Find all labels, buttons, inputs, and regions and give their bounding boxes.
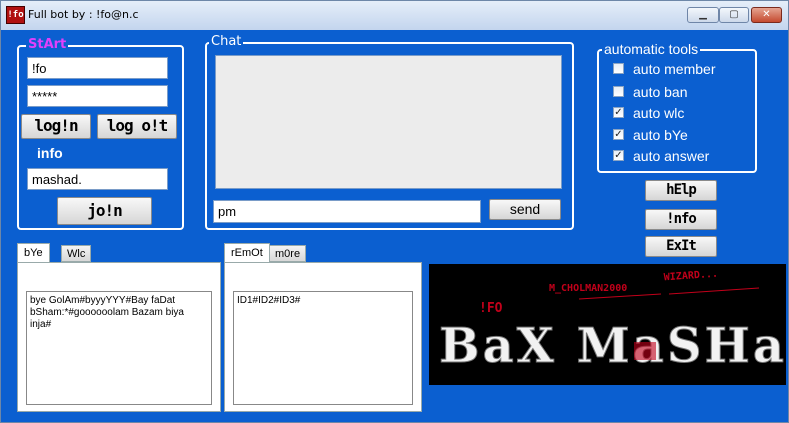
chat-legend: Chat xyxy=(209,34,244,49)
chat-log[interactable] xyxy=(215,55,562,189)
bye-messages-textarea[interactable]: bye GolAm#byyyYYY#Bay faDat bSham:*#gooo… xyxy=(26,291,212,405)
tab-bye[interactable]: bYe xyxy=(17,243,50,262)
close-button[interactable]: ✕ xyxy=(751,7,782,23)
room-input[interactable] xyxy=(27,168,168,190)
tab-wlc[interactable]: Wlc xyxy=(61,245,92,262)
send-button[interactable]: send xyxy=(489,199,561,220)
banner-graphic: M_CHOLMAN2000 WIZARD... !FO BaX MaSHaD xyxy=(429,264,786,385)
remote-ids-textarea[interactable]: ID1#ID2#ID3# xyxy=(233,291,413,405)
pm-input[interactable] xyxy=(213,200,481,223)
checkbox-label: auto answer xyxy=(633,148,710,164)
checkbox-label: auto bYe xyxy=(633,127,688,143)
chat-group: Chat send xyxy=(205,34,574,230)
window-title: Full bot by : !fo@n.c xyxy=(28,8,139,21)
app-window: !fo Full bot by : !fo@n.c ▁ ▢ ✕ StArt lo… xyxy=(0,0,789,423)
bye-tab-panel: bye GolAm#byyyYYY#Bay faDat bSham:*#gooo… xyxy=(17,262,221,412)
checkbox-box[interactable] xyxy=(613,86,624,97)
username-input[interactable] xyxy=(27,57,168,79)
logout-button[interactable]: log o!t xyxy=(97,114,177,139)
bax-mashad-banner: M_CHOLMAN2000 WIZARD... !FO BaX MaSHaD xyxy=(429,264,786,385)
banner-credit-text: M_CHOLMAN2000 xyxy=(549,283,627,294)
title-bar[interactable]: !fo Full bot by : !fo@n.c ▁ ▢ ✕ xyxy=(1,1,788,30)
start-legend: StArt xyxy=(26,37,69,52)
checkbox-label: auto ban xyxy=(633,84,688,100)
app-icon: !fo xyxy=(6,6,25,24)
checkbox-label: auto member xyxy=(633,61,716,77)
banner-main-text: BaX MaSHaD xyxy=(439,318,786,374)
maximize-button[interactable]: ▢ xyxy=(719,7,749,23)
start-group: StArt log!n log o!t info jo!n xyxy=(17,37,184,230)
minimize-button[interactable]: ▁ xyxy=(687,7,719,23)
tools-legend: automatic tools xyxy=(602,41,701,57)
checkbox-box[interactable]: ✓ xyxy=(613,129,624,140)
help-button[interactable]: hElp xyxy=(645,180,717,201)
info-label: info xyxy=(37,145,63,161)
remote-tab-panel: ID1#ID2#ID3# xyxy=(224,262,422,412)
login-button[interactable]: log!n xyxy=(21,114,91,139)
automatic-tools-group: automatic tools auto member auto ban ✓ a… xyxy=(597,41,757,173)
checkbox-label: auto wlc xyxy=(633,105,685,121)
checkbox-box[interactable]: ✓ xyxy=(613,107,624,118)
password-input[interactable] xyxy=(27,85,168,107)
tab-remote[interactable]: rEmOt xyxy=(224,243,270,262)
client-area: StArt log!n log o!t info jo!n Chat send … xyxy=(7,30,786,416)
checkbox-box[interactable] xyxy=(613,63,624,74)
banner-red-accent xyxy=(634,342,656,360)
info-button[interactable]: !nfo xyxy=(645,209,717,230)
banner-tag-text: !FO xyxy=(479,301,503,316)
tab-more[interactable]: m0re xyxy=(269,245,307,262)
exit-button[interactable]: ExIt xyxy=(645,236,717,257)
join-button[interactable]: jo!n xyxy=(57,197,152,225)
checkbox-box[interactable]: ✓ xyxy=(613,150,624,161)
